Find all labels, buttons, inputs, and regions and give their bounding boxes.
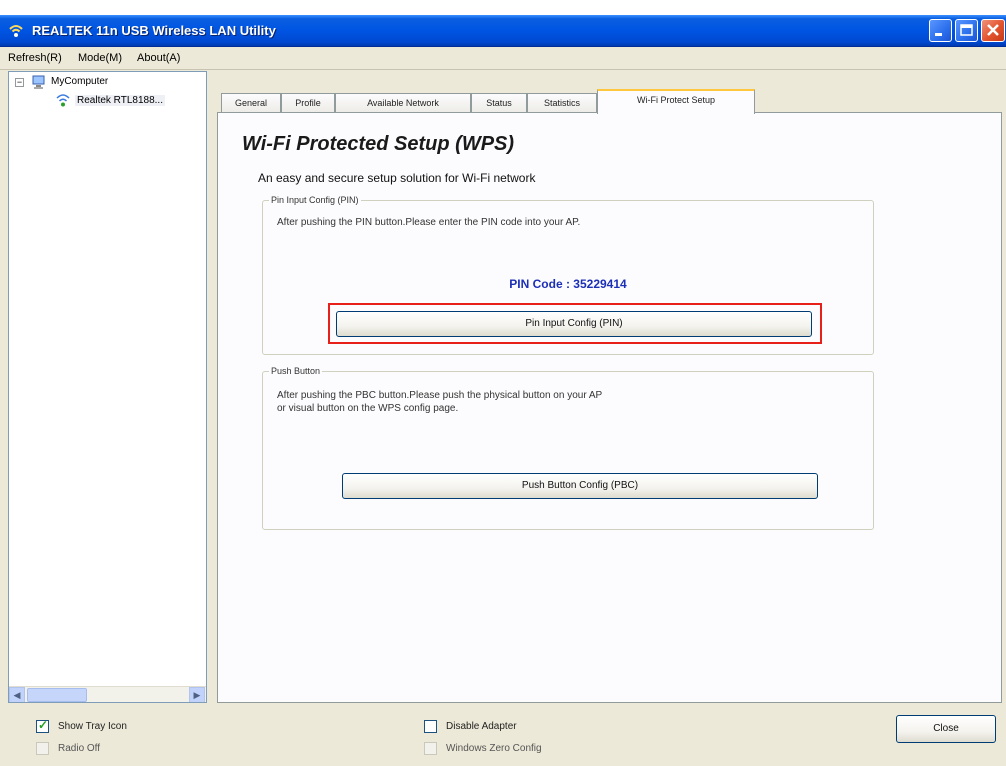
adapter-icon: [56, 94, 70, 107]
wireless-app-icon: [9, 25, 23, 37]
tab-available-network[interactable]: Available Network: [335, 93, 471, 113]
tree-horizontal-scrollbar[interactable]: ◀ ▶: [9, 686, 206, 702]
title-bar[interactable]: REALTEK 11n USB Wireless LAN Utility: [0, 15, 1006, 47]
window-title: REALTEK 11n USB Wireless LAN Utility: [32, 23, 276, 38]
tab-general[interactable]: General: [221, 93, 281, 113]
tree-item-adapter[interactable]: Realtek RTL8188...: [75, 95, 165, 106]
radio-off-label: Radio Off: [58, 743, 101, 754]
push-button-legend: Push Button: [271, 366, 321, 376]
device-tree: − MyComputer Realtek RTL8188... ◀ ▶: [8, 71, 207, 703]
scroll-right-icon[interactable]: ▶: [189, 687, 205, 702]
show-tray-icon-checkbox[interactable]: [36, 718, 49, 733]
pin-instruction: After pushing the PIN button.Please ente…: [277, 217, 581, 228]
scroll-left-icon[interactable]: ◀: [9, 687, 25, 702]
scroll-thumb[interactable]: [27, 688, 87, 702]
tab-profile[interactable]: Profile: [281, 93, 335, 113]
wps-title: Wi-Fi Protected Setup (WPS): [242, 133, 515, 155]
minimize-icon: [935, 33, 942, 36]
computer-icon: [32, 75, 45, 89]
show-tray-icon-label: Show Tray Icon: [58, 721, 127, 732]
disable-adapter-label: Disable Adapter: [446, 721, 517, 732]
menu-mode[interactable]: Mode(M): [78, 52, 122, 64]
wps-tab-page: Wi-Fi Protected Setup (WPS) An easy and …: [217, 112, 1002, 703]
highlight-box: [328, 303, 822, 344]
maximize-icon: [960, 24, 973, 36]
app-window: REALTEK 11n USB Wireless LAN Utility Ref…: [0, 15, 1006, 766]
menu-refresh[interactable]: Refresh(R): [8, 52, 62, 64]
close-button[interactable]: Close: [896, 715, 996, 743]
pbc-instruction-line2: or visual button on the WPS config page.: [277, 403, 459, 414]
tab-wifi-protect-setup[interactable]: Wi-Fi Protect Setup: [597, 89, 755, 114]
pin-code-value: PIN Code : 35229414: [509, 277, 627, 291]
push-button-group: Push Button After pushing the PBC button…: [262, 366, 874, 530]
close-window-button[interactable]: [981, 19, 1005, 42]
menu-bar: Refresh(R) Mode(M) About(A): [0, 48, 1006, 70]
tab-status[interactable]: Status: [471, 93, 527, 113]
wps-subtitle: An easy and secure setup solution for Wi…: [258, 171, 536, 185]
windows-zero-config-label: Windows Zero Config: [446, 743, 542, 754]
minimize-button[interactable]: [929, 19, 952, 42]
radio-off-checkbox[interactable]: [36, 742, 49, 755]
tree-collapse-toggle[interactable]: −: [15, 78, 24, 87]
pbc-instruction-line1: After pushing the PBC button.Please push…: [277, 390, 603, 401]
tree-item-mycomputer[interactable]: MyComputer: [51, 76, 108, 87]
close-icon: [987, 24, 999, 36]
push-button-config-button[interactable]: Push Button Config (PBC): [342, 473, 818, 499]
tab-statistics[interactable]: Statistics: [527, 93, 597, 113]
maximize-button[interactable]: [955, 19, 978, 42]
disable-adapter-checkbox[interactable]: [424, 720, 437, 733]
pin-group-legend: Pin Input Config (PIN): [271, 195, 359, 205]
windows-zero-config-checkbox[interactable]: [424, 742, 437, 755]
menu-about[interactable]: About(A): [137, 52, 180, 64]
